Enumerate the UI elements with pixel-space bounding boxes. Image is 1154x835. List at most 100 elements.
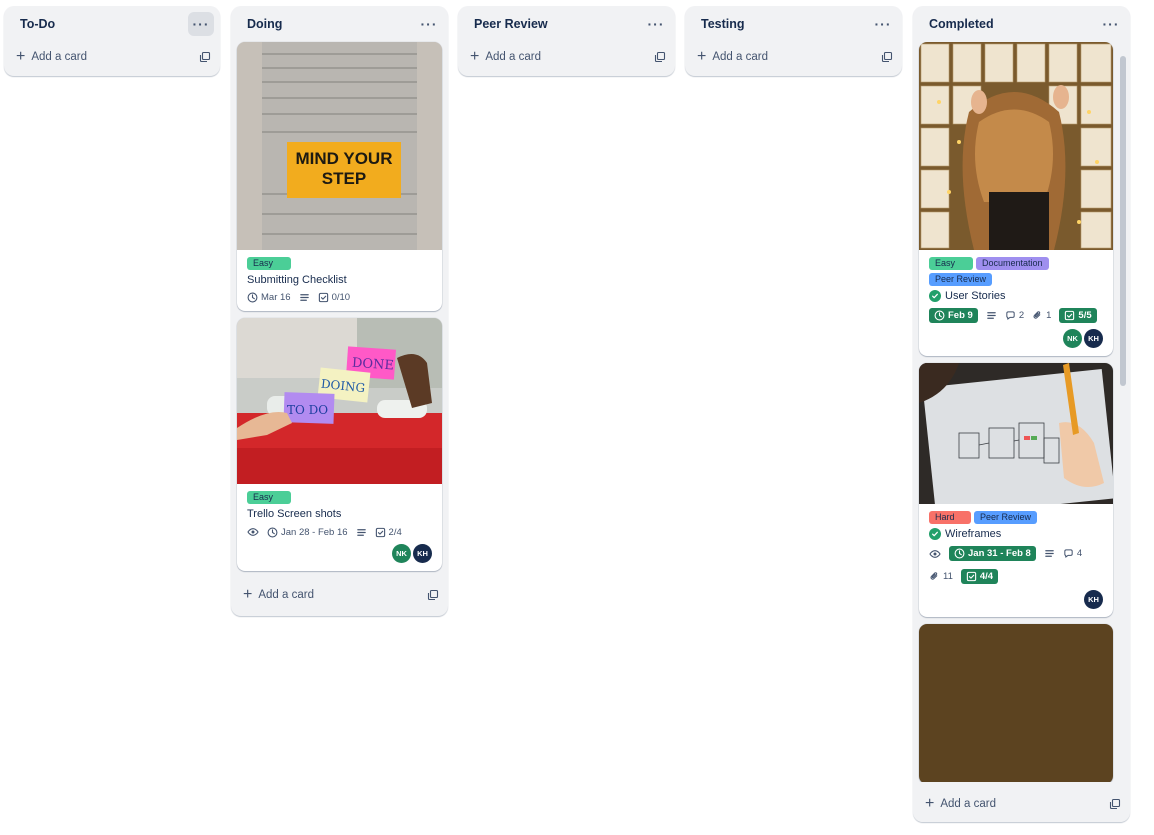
add-card-row: + Add a card [913,786,1130,822]
avatar[interactable]: KH [1084,329,1103,348]
plus-icon: + [470,48,480,65]
list-doing: Doing ··· MIND YOUR STEP Easy Submitting… [231,6,448,616]
label-easy[interactable]: Easy [929,257,973,270]
plus-icon: + [925,795,935,812]
checklist-icon [318,292,329,303]
comment-count: 2 [1018,310,1025,321]
list-menu-button[interactable]: ··· [416,12,442,36]
card-trello-screen-shots[interactable]: DONE DOING TO DO Easy Trello Screen shot… [237,318,442,571]
add-card-button[interactable]: + Add a card [925,796,996,812]
description-icon [299,292,310,303]
comment-icon [1063,548,1074,559]
add-card-button[interactable]: + Add a card [697,49,768,65]
label-documentation[interactable]: Documentation [976,257,1049,270]
add-card-row: + Add a card [4,42,220,72]
label-easy[interactable]: Easy [247,257,291,270]
card-title: Wireframes [945,528,1002,540]
checklist-badge: 2/4 [375,527,402,538]
card-labels: Hard Peer Review [929,511,1103,524]
add-card-row: + Add a card [685,42,902,72]
watching-badge [247,526,259,538]
card-title-row: User Stories [929,290,1103,302]
due-date-badge[interactable]: Mar 16 [247,292,291,303]
checklist-count: 2/4 [388,526,402,538]
card-user-stories[interactable]: Easy Documentation Peer Review User Stor… [919,42,1113,356]
scrollbar-thumb[interactable] [1120,56,1126,386]
comment-count: 4 [1076,548,1083,559]
avatar[interactable]: KH [413,544,432,563]
card-color-cover[interactable] [919,624,1113,782]
card-list: MIND YOUR STEP Easy Submitting Checklist… [231,42,448,571]
card-list: Easy Documentation Peer Review User Stor… [913,42,1130,782]
card-title-row: Wireframes [929,528,1103,540]
card-scroll-area[interactable]: Easy Documentation Peer Review User Stor… [913,42,1130,782]
paperclip-icon [929,571,940,582]
avatar[interactable]: KH [1084,590,1103,609]
checklist-icon [375,527,386,538]
clock-icon [934,310,945,321]
complete-check-icon[interactable] [929,528,941,540]
due-date-badge[interactable]: Jan 28 - Feb 16 [267,527,348,538]
add-card-button[interactable]: + Add a card [16,49,87,65]
avatar[interactable]: NK [1063,329,1082,348]
card-badges: Mar 16 0/10 [247,292,432,303]
attachments-badge: 1 [1032,310,1051,321]
create-from-template-icon[interactable] [198,50,212,64]
due-date-text: Feb 9 [948,310,973,321]
list-menu-button[interactable]: ··· [188,12,214,36]
card-badges: Jan 28 - Feb 16 2/4 [247,526,432,538]
create-from-template-icon[interactable] [1108,797,1122,811]
card-body: Easy Trello Screen shots Jan 28 - Feb 16… [237,484,442,571]
card-submitting-checklist[interactable]: MIND YOUR STEP Easy Submitting Checklist… [237,42,442,311]
due-date-badge[interactable]: Feb 9 [929,308,978,323]
scrollbar[interactable] [1120,48,1126,788]
checklist-icon [1064,310,1075,321]
list-title[interactable]: Peer Review [474,17,548,31]
label-hard[interactable]: Hard [929,511,971,524]
clock-icon [954,548,965,559]
description-badge [356,527,367,538]
label-peer-review[interactable]: Peer Review [974,511,1038,524]
list-menu-button[interactable]: ··· [1098,12,1124,36]
card-cover-image [919,42,1113,250]
complete-check-icon[interactable] [929,290,941,302]
card-labels: Easy [247,257,432,270]
card-body: Easy Submitting Checklist Mar 16 0/10 [237,250,442,311]
list-title[interactable]: Testing [701,17,745,31]
label-peer-review[interactable]: Peer Review [929,273,993,286]
list-title[interactable]: Completed [929,17,994,31]
card-members: KH [929,590,1103,609]
due-date-badge[interactable]: Jan 31 - Feb 8 [949,546,1036,561]
plus-icon: + [243,586,253,603]
card-labels: Easy Documentation Peer Review [929,257,1103,286]
add-card-label: Add a card [485,51,541,63]
description-badge [986,310,997,321]
list-menu-button[interactable]: ··· [870,12,896,36]
description-icon [1044,548,1055,559]
label-easy[interactable]: Easy [247,491,291,504]
card-cover-image: MIND YOUR STEP [237,42,442,250]
list-title[interactable]: Doing [247,17,282,31]
eye-icon [929,548,941,560]
list-todo: To-Do ··· + Add a card [4,6,220,76]
list-header: Testing ··· [685,6,902,42]
list-header: To-Do ··· [4,6,220,42]
card-wireframes[interactable]: Hard Peer Review Wireframes Jan 31 - Feb… [919,363,1113,617]
list-title[interactable]: To-Do [20,17,55,31]
card-members: NK KH [247,544,432,563]
create-from-template-icon[interactable] [880,50,894,64]
checklist-badge: 0/10 [318,292,350,303]
add-card-button[interactable]: + Add a card [470,49,541,65]
attachments-badge: 11 [929,571,953,582]
list-menu-button[interactable]: ··· [643,12,669,36]
description-icon [356,527,367,538]
create-from-template-icon[interactable] [426,588,440,602]
add-card-button[interactable]: + Add a card [243,587,314,603]
due-date-text: Jan 31 - Feb 8 [968,548,1031,559]
card-title: Submitting Checklist [247,274,347,286]
avatar[interactable]: NK [392,544,411,563]
card-members: NK KH [929,329,1103,348]
attachment-count: 1 [1046,310,1052,321]
list-header: Peer Review ··· [458,6,675,42]
create-from-template-icon[interactable] [653,50,667,64]
